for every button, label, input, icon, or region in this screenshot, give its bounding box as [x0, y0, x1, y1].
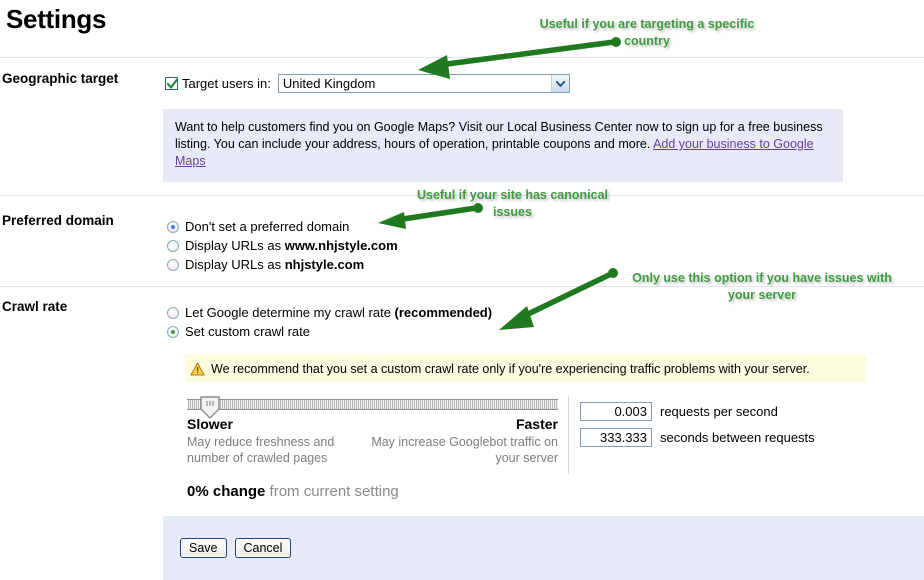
slider-slower-group: Slower May reduce freshness and number o… [187, 416, 377, 466]
radio-option-google-determined-rate[interactable]: Let Google determine my crawl rate (reco… [167, 303, 492, 322]
target-users-label: Target users in: [182, 76, 271, 91]
warning-triangle-icon [190, 361, 205, 376]
requests-per-second-input[interactable] [580, 401, 652, 421]
radio-option-bare-domain[interactable]: Display URLs as nhjstyle.com [167, 255, 398, 274]
radio-icon[interactable] [167, 239, 179, 252]
radio-label: Set custom crawl rate [185, 324, 310, 339]
section-divider-1 [0, 57, 924, 58]
geographic-target-label: Geographic target [2, 71, 119, 86]
seconds-between-requests-row: seconds between requests [580, 427, 815, 447]
radio-option-www-domain[interactable]: Display URLs as www.nhjstyle.com [167, 236, 398, 255]
annotation-arrow-3 [499, 268, 618, 330]
warning-text: We recommend that you set a custom crawl… [211, 361, 810, 376]
radio-label: Display URLs as www.nhjstyle.com [185, 238, 398, 253]
seconds-between-requests-input[interactable] [580, 427, 652, 447]
radio-icon[interactable] [167, 258, 179, 271]
slider-slower-title: Slower [187, 416, 233, 432]
change-percent: 0% change [187, 483, 266, 500]
page-title: Settings [6, 4, 107, 34]
country-select-value: United Kingdom [282, 76, 376, 91]
local-business-info-box: Want to help customers find you on Googl… [163, 109, 843, 182]
slider-slower-sub: May reduce freshness and number of crawl… [187, 435, 335, 465]
radio-label: Don't set a preferred domain [185, 219, 350, 234]
radio-option-custom-crawl-rate[interactable]: Set custom crawl rate [167, 322, 492, 341]
slider-track[interactable] [187, 396, 558, 419]
radio-label: Display URLs as nhjstyle.com [185, 257, 365, 272]
crawl-rate-radio-group: Let Google determine my crawl rate (reco… [167, 303, 492, 341]
annotation-geographic-target: Useful if you are targeting a specific c… [539, 17, 755, 48]
crawl-rate-warning: We recommend that you set a custom crawl… [185, 355, 866, 382]
geographic-target-row: Target users in: United Kingdom [165, 74, 570, 93]
radio-icon[interactable] [167, 220, 179, 233]
slider-faster-sub: May increase Googlebot traffic on your s… [371, 435, 558, 465]
radio-icon[interactable] [167, 325, 179, 338]
preferred-domain-radio-group: Don't set a preferred domain Display URL… [167, 217, 398, 274]
requests-per-second-label: requests per second [660, 403, 778, 419]
crawl-rate-slider[interactable]: Slower May reduce freshness and number o… [187, 396, 558, 478]
slider-faster-group: Faster May increase Googlebot traffic on… [358, 416, 558, 466]
save-button[interactable]: Save [180, 538, 227, 558]
change-description: from current setting [265, 483, 399, 500]
country-select[interactable]: United Kingdom [277, 74, 570, 93]
footer-buttons: Save Cancel [180, 538, 292, 558]
checkmark-icon [166, 78, 179, 89]
requests-per-second-row: requests per second [580, 401, 815, 421]
preferred-domain-label: Preferred domain [2, 213, 114, 228]
change-summary: 0% change from current setting [187, 483, 399, 500]
crawl-rate-label: Crawl rate [2, 299, 68, 314]
annotation-preferred-domain: Useful if your site has canonical issues [416, 188, 609, 219]
target-users-checkbox[interactable] [165, 77, 179, 90]
radio-option-no-preferred-domain[interactable]: Don't set a preferred domain [167, 217, 398, 236]
radio-icon[interactable] [167, 306, 179, 319]
crawl-rate-fields: requests per second seconds between requ… [580, 401, 815, 453]
slider-faster-title: Faster [515, 416, 558, 432]
seconds-between-requests-label: seconds between requests [660, 429, 815, 445]
cancel-button[interactable]: Cancel [234, 538, 292, 558]
radio-label: Let Google determine my crawl rate (reco… [185, 305, 493, 320]
slider-end-labels: Slower May reduce freshness and number o… [187, 416, 558, 478]
annotation-crawl-rate: Only use this option if you have issues … [632, 271, 892, 302]
vertical-divider [568, 396, 569, 474]
chevron-down-icon[interactable] [550, 75, 569, 92]
